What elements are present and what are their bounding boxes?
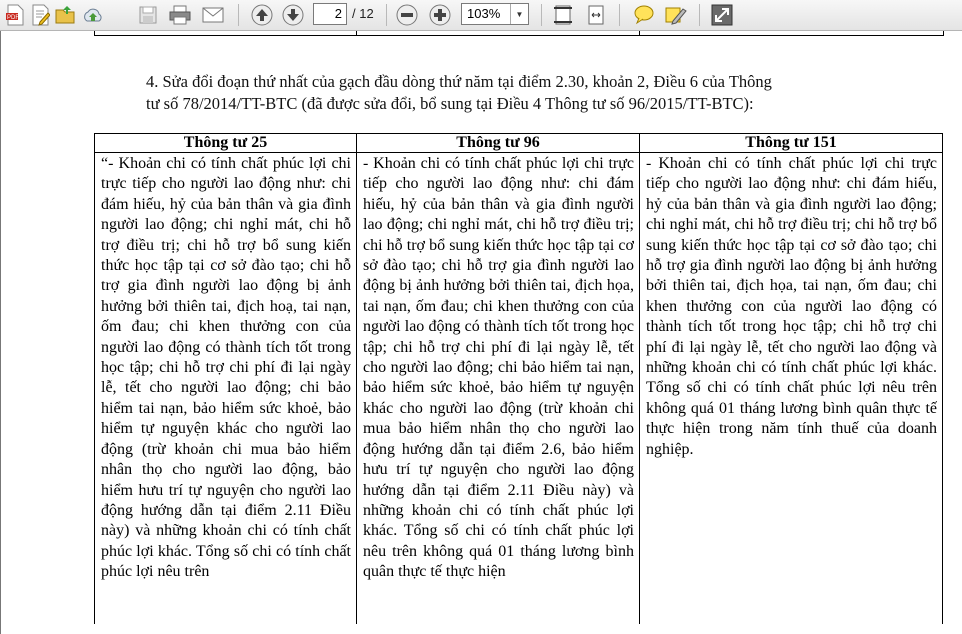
cell-thong-tu-25: “- Khoản chi có tính chất phúc lợi chi t… (94, 152, 357, 624)
zoom-select[interactable]: 103% ▼ (461, 3, 529, 25)
page-number-input[interactable]: 2 (313, 3, 347, 25)
print-icon[interactable] (168, 3, 192, 27)
cell-text: - Khoản chi có tính chất phúc lợi chi tr… (646, 155, 937, 458)
email-icon[interactable] (201, 3, 225, 27)
cell-thong-tu-151: - Khoản chi có tính chất phúc lợi chi tr… (639, 152, 943, 624)
chevron-down-icon[interactable]: ▼ (510, 4, 528, 24)
page-total-label: / 12 (352, 6, 374, 21)
heading-line-1: 4. Sửa đổi đoạn thứ nhất của gạch đầu dò… (146, 72, 772, 91)
toolbar-separator (619, 4, 620, 26)
zoom-in-icon[interactable] (428, 3, 452, 27)
heading-line-2: tư số 78/2014/TT-BTC (đã được sửa đổi, b… (146, 94, 754, 113)
cell-thong-tu-96: - Khoản chi có tính chất phúc lợi chi tr… (356, 152, 640, 624)
upload-cloud-icon[interactable] (81, 3, 105, 27)
cell-text: “- Khoản chi có tính chất phúc lợi chi t… (101, 155, 351, 581)
header-thong-tu-96: Thông tư 96 (356, 133, 640, 153)
header-thong-tu-151: Thông tư 151 (639, 133, 943, 153)
toolbar-separator (541, 4, 542, 26)
toolbar-separator (238, 4, 239, 26)
fit-page-icon[interactable] (551, 3, 575, 27)
section-heading: 4. Sửa đổi đoạn thứ nhất của gạch đầu dò… (146, 71, 906, 115)
comment-icon[interactable] (632, 3, 656, 27)
edit-document-icon[interactable] (28, 3, 52, 27)
comparison-table: Thông tư 25 Thông tư 96 Thông tư 151 “- … (94, 133, 943, 624)
open-folder-icon[interactable] (54, 3, 78, 27)
header-thong-tu-25: Thông tư 25 (94, 133, 357, 153)
zoom-value: 103% (467, 6, 501, 21)
table-row: “- Khoản chi có tính chất phúc lợi chi t… (94, 152, 943, 624)
table-header-row: Thông tư 25 Thông tư 96 Thông tư 151 (94, 133, 943, 153)
pdf-toolbar: PDF 2 / 12 103% ▼ (0, 0, 962, 31)
toolbar-separator (699, 4, 700, 26)
toolbar-separator (386, 4, 387, 26)
fullscreen-icon[interactable] (710, 3, 734, 27)
highlight-icon[interactable] (664, 3, 688, 27)
document-viewport: 4. Sửa đổi đoạn thứ nhất của gạch đầu dò… (0, 31, 962, 634)
cell-text: - Khoản chi có tính chất phúc lợi chi tr… (363, 155, 634, 581)
page-edge (0, 31, 1, 634)
save-disk-icon[interactable] (136, 3, 160, 27)
svg-text:PDF: PDF (7, 15, 19, 21)
previous-table-bottom (94, 31, 944, 36)
page-up-icon[interactable] (250, 3, 274, 27)
zoom-out-icon[interactable] (395, 3, 419, 27)
pdf-file-icon[interactable]: PDF (3, 3, 27, 27)
page-down-icon[interactable] (281, 3, 305, 27)
fit-width-icon[interactable] (584, 3, 608, 27)
